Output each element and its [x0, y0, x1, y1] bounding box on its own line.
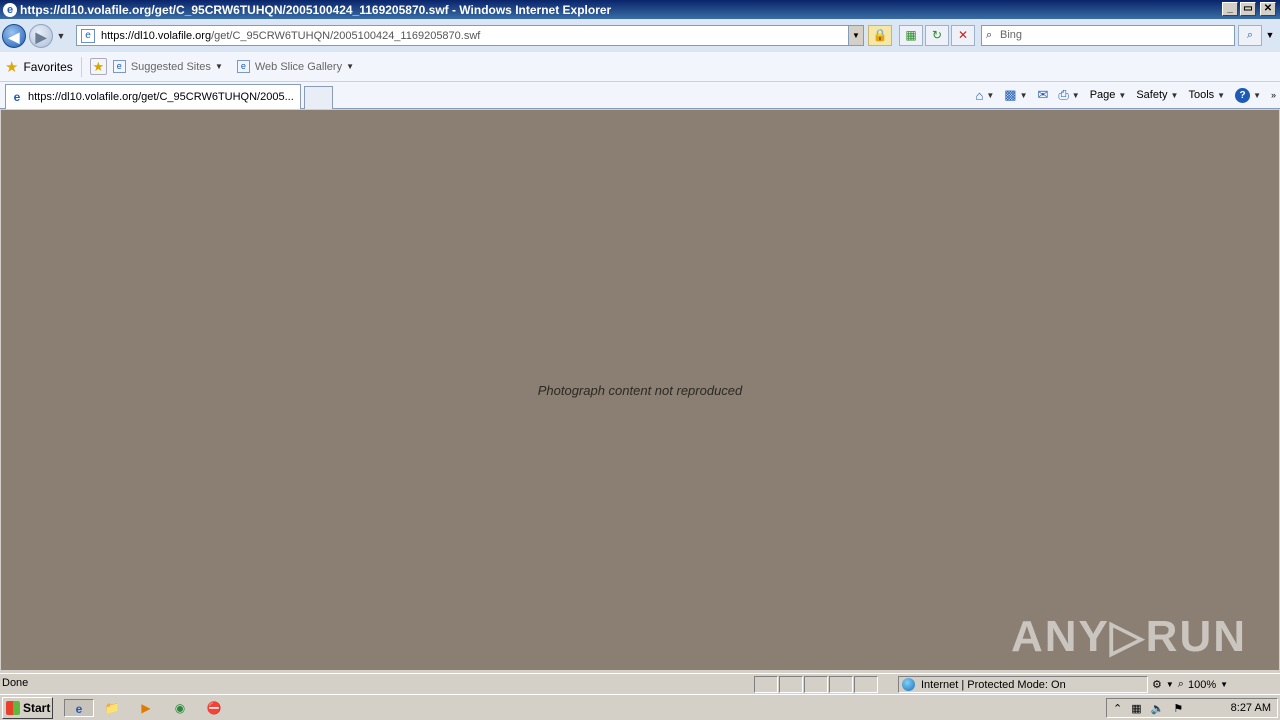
- status-slot: [829, 676, 853, 693]
- tab-label: https://dl10.volafile.org/get/C_95CRW6TU…: [28, 91, 294, 103]
- globe-icon: [902, 678, 915, 691]
- close-button[interactable]: ✕: [1260, 2, 1276, 16]
- favorites-bar: ★ Favorites ★ e Suggested Sites ▼ e Web …: [0, 52, 1280, 82]
- help-menu[interactable]: ? ▼: [1235, 87, 1261, 103]
- clock[interactable]: 8:27 AM: [1231, 702, 1271, 714]
- security-zone[interactable]: Internet | Protected Mode: On: [898, 676, 1148, 693]
- recent-pages-dropdown[interactable]: ▼: [55, 31, 67, 41]
- status-bar: Done Internet | Protected Mode: On ⚙ ▼ ⌕…: [0, 673, 1280, 694]
- action-center-flag-icon[interactable]: ⚑: [1173, 702, 1183, 715]
- stop-sign-icon[interactable]: ⛔: [204, 699, 224, 717]
- chevron-down-icon: ▼: [346, 62, 354, 71]
- start-button[interactable]: Start: [2, 697, 53, 719]
- tools-menu[interactable]: Tools ▼: [1188, 89, 1225, 101]
- system-tray: ⌃ ▦ 🔈 ⚑ 8:27 AM: [1106, 698, 1278, 718]
- search-button[interactable]: ⌕: [1238, 25, 1262, 46]
- mail-icon[interactable]: ✉: [1037, 87, 1048, 103]
- window-title: https://dl10.volafile.org/get/C_95CRW6TU…: [20, 2, 612, 17]
- start-label: Start: [23, 701, 51, 715]
- help-icon: ?: [1235, 87, 1251, 103]
- ie-page-icon: e: [112, 60, 126, 73]
- status-slot: [804, 676, 828, 693]
- lock-icon[interactable]: 🔒: [868, 25, 892, 46]
- minimize-button[interactable]: _: [1222, 2, 1238, 16]
- chevron-down-icon: ▼: [214, 62, 223, 71]
- feeds-icon[interactable]: ▩ ▼: [1004, 87, 1027, 103]
- favorites-star-icon[interactable]: ★: [5, 58, 18, 76]
- security-zone-label: Internet | Protected Mode: On: [921, 678, 1066, 691]
- show-hidden-icons-icon[interactable]: ⌃: [1113, 702, 1122, 715]
- new-tab-button[interactable]: [304, 86, 333, 109]
- url-path: /get/C_95CRW6TUHQN/2005100424_1169205870…: [211, 29, 481, 42]
- favorites-button[interactable]: Favorites: [23, 60, 72, 74]
- address-bar[interactable]: e https://dl10.volafile.org /get/C_95CRW…: [76, 25, 864, 46]
- status-text: Done: [2, 677, 29, 689]
- address-dropdown-icon[interactable]: ▼: [848, 26, 863, 45]
- home-icon[interactable]: ⌂ ▼: [975, 88, 994, 103]
- search-icon: ⌕: [986, 29, 993, 41]
- maximize-button[interactable]: ▭: [1240, 2, 1256, 16]
- zoom-control[interactable]: ⚙ ▼ ⌕ 100% ▼: [1152, 676, 1278, 693]
- window-controls: _ ▭ ✕: [1222, 2, 1276, 16]
- suggested-sites-label: Suggested Sites: [130, 60, 211, 73]
- chevron-down-icon: ▼: [986, 90, 995, 100]
- stop-icon[interactable]: ✕: [951, 25, 975, 46]
- ie-page-icon: e: [236, 60, 250, 73]
- chrome-icon[interactable]: ◉: [170, 699, 190, 717]
- content-placeholder: Photograph content not reproduced: [537, 382, 743, 398]
- status-slot: [754, 676, 778, 693]
- chevron-down-icon: ▼: [1253, 90, 1261, 100]
- ie-icon: e: [3, 2, 17, 17]
- zoom-level: 100%: [1187, 678, 1217, 691]
- windows-logo-icon: [6, 701, 20, 715]
- chevron-down-icon: ▼: [1170, 90, 1179, 100]
- tab-active[interactable]: e https://dl10.volafile.org/get/C_95CRW6…: [5, 84, 301, 109]
- print-icon[interactable]: ⎙ ▼: [1058, 87, 1079, 103]
- protected-mode-icon: ⚙: [1152, 679, 1162, 691]
- taskbar: Start e 📁 ▶ ◉ ⛔ ⌃ ▦ 🔈 ⚑ 8:27 AM: [0, 694, 1280, 720]
- volume-icon[interactable]: 🔈: [1151, 702, 1165, 715]
- safety-menu[interactable]: Safety ▼: [1136, 89, 1178, 101]
- ie-taskbar-icon[interactable]: e: [64, 699, 94, 717]
- divider: [80, 56, 82, 77]
- tab-bar: e https://dl10.volafile.org/get/C_95CRW6…: [0, 82, 1280, 109]
- page-icon: e: [81, 28, 95, 43]
- network-icon[interactable]: ▦: [1131, 702, 1141, 715]
- page-menu[interactable]: Page ▼: [1090, 89, 1127, 101]
- safety-menu-label: Safety: [1136, 89, 1168, 101]
- magnifier-icon: ⌕: [1177, 678, 1184, 690]
- chevron-down-icon: ▼: [1118, 90, 1127, 100]
- watermark-logo: ANY▷RUN: [1010, 612, 1247, 661]
- suggested-sites-link[interactable]: e Suggested Sites ▼: [112, 60, 223, 73]
- chevron-down-icon: ▼: [1165, 680, 1174, 689]
- forward-button[interactable]: ▶: [29, 23, 53, 48]
- title-bar: e https://dl10.volafile.org/get/C_95CRW6…: [0, 0, 1280, 19]
- status-slot: [779, 676, 803, 693]
- navigation-bar: ◀ ▶ ▼ e https://dl10.volafile.org /get/C…: [0, 19, 1280, 52]
- chevron-down-icon: ▼: [1019, 90, 1028, 100]
- compatibility-view-icon[interactable]: ▦: [899, 25, 923, 46]
- chevron-down-icon: ▼: [1071, 90, 1080, 100]
- media-player-icon[interactable]: ▶: [136, 699, 156, 717]
- folder-icon[interactable]: 📁: [102, 699, 122, 717]
- chevron-down-icon: ▼: [1217, 90, 1226, 100]
- add-to-favorites-icon[interactable]: ★: [89, 58, 107, 75]
- page-menu-label: Page: [1089, 89, 1116, 101]
- command-bar: ⌂ ▼ ▩ ▼ ✉ ⎙ ▼ Page ▼ Safety ▼ Tools ▼ ? ▼ »: [975, 84, 1276, 106]
- search-placeholder: Bing: [1000, 29, 1023, 41]
- chevron-down-icon: ▼: [1220, 680, 1229, 689]
- overflow-chevron-icon[interactable]: »: [1271, 90, 1276, 100]
- web-slice-gallery-link[interactable]: e Web Slice Gallery ▼: [236, 60, 354, 73]
- url-host: https://dl10.volafile.org: [101, 29, 212, 42]
- page-content: Photograph content not reproduced ANY▷RU…: [1, 110, 1279, 670]
- tools-menu-label: Tools: [1188, 89, 1215, 101]
- web-slice-gallery-label: Web Slice Gallery: [254, 60, 343, 73]
- back-button[interactable]: ◀: [2, 23, 26, 48]
- search-options-icon[interactable]: ▼: [1263, 25, 1277, 46]
- ie-icon: e: [13, 90, 21, 104]
- refresh-icon[interactable]: ↻: [925, 25, 949, 46]
- search-input[interactable]: ⌕ Bing: [981, 25, 1235, 46]
- status-slot: [854, 676, 878, 693]
